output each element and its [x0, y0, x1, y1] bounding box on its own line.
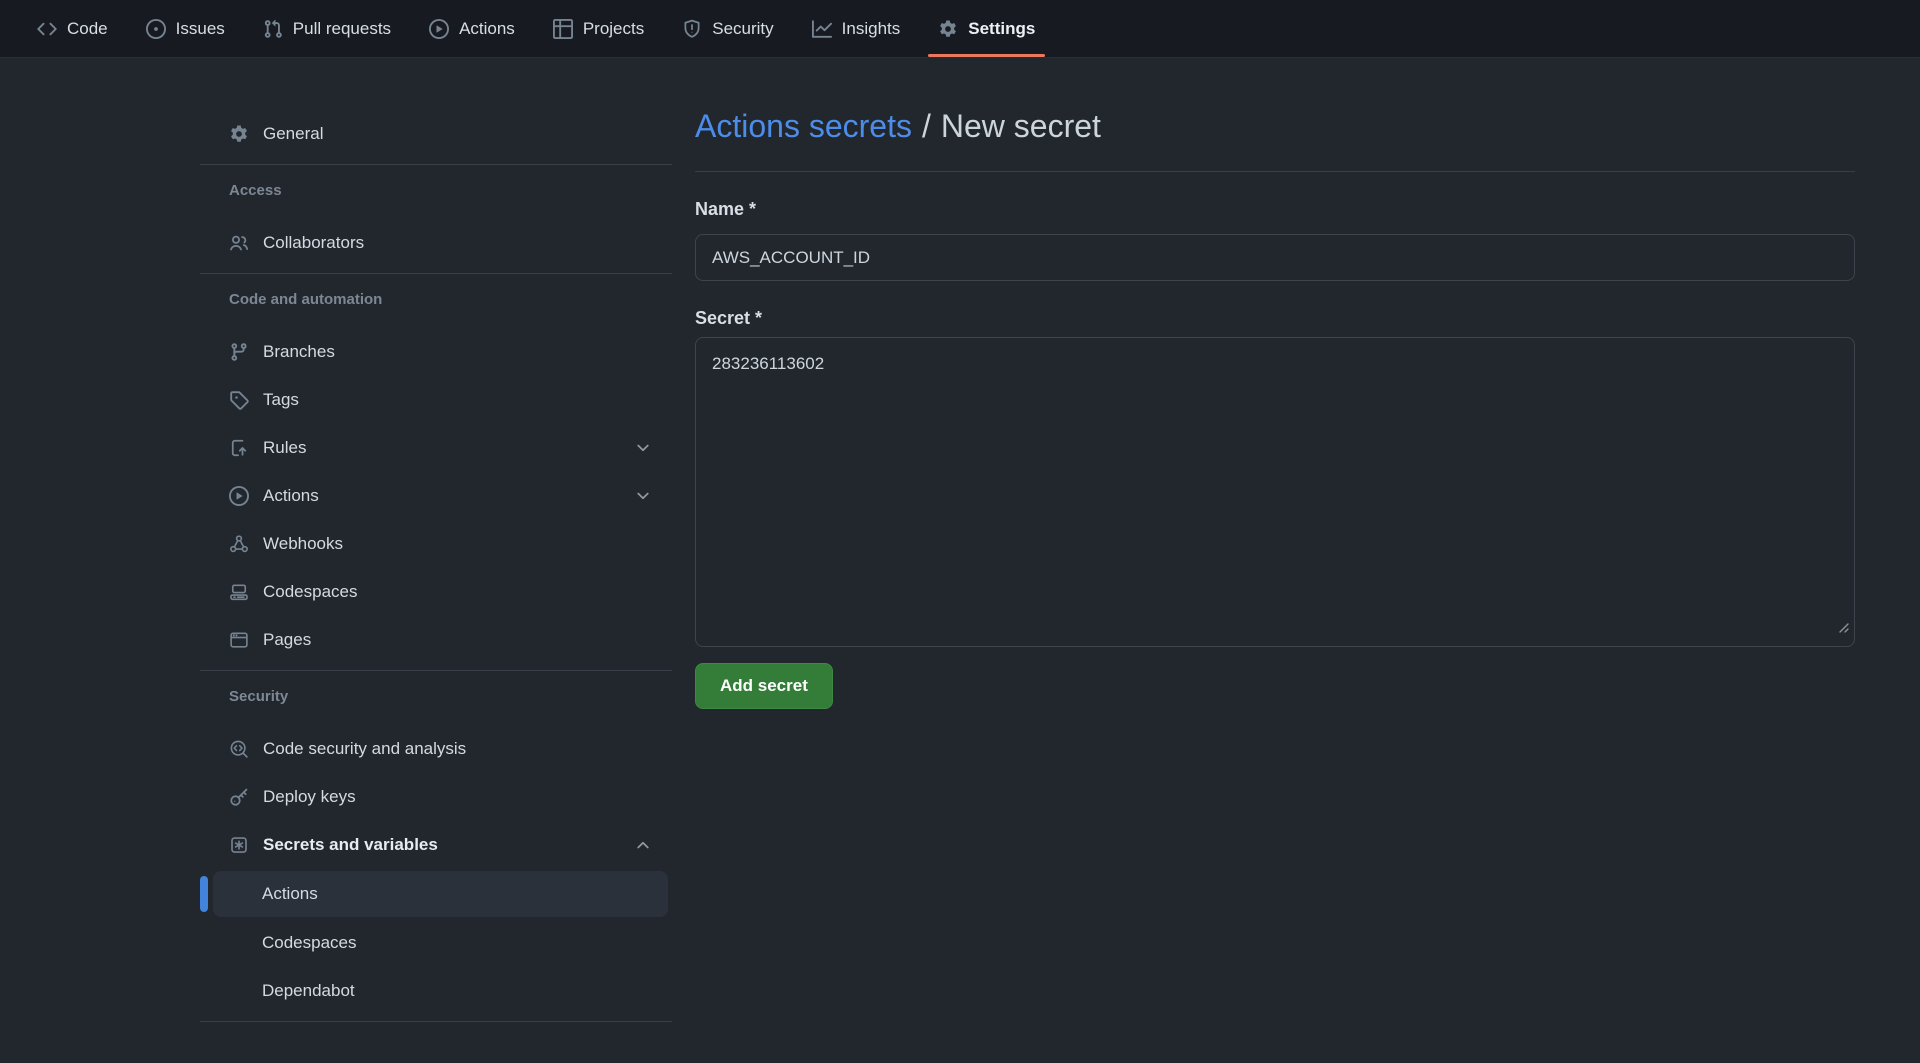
webhook-icon: [229, 534, 249, 554]
git-pull-request-icon: [263, 19, 283, 39]
sidebar-item-collaborators[interactable]: Collaborators: [213, 221, 668, 265]
sidebar-item-label: Secrets and variables: [263, 835, 438, 855]
key-icon: [229, 787, 249, 807]
sidebar-item-label: Actions: [263, 486, 319, 506]
gear-icon: [229, 124, 249, 144]
sidebar-divider: [200, 273, 672, 274]
tab-label: Insights: [842, 19, 901, 39]
sidebar-item-rules[interactable]: Rules: [213, 426, 668, 470]
tab-label: Projects: [583, 19, 644, 39]
table-icon: [553, 19, 573, 39]
tab-label: Security: [712, 19, 773, 39]
tab-security[interactable]: Security: [668, 0, 787, 57]
sidebar-item-general[interactable]: General: [213, 112, 668, 156]
sidebar-item-label: Codespaces: [262, 933, 357, 953]
sidebar-item-label: Collaborators: [263, 233, 364, 253]
sidebar-item-label: Rules: [263, 438, 306, 458]
sidebar-subitem-codespaces[interactable]: Codespaces: [213, 921, 668, 965]
sidebar-item-branches[interactable]: Branches: [213, 330, 668, 374]
textarea-resize-handle[interactable]: [1837, 621, 1851, 640]
play-icon: [229, 486, 249, 506]
tab-label: Actions: [459, 19, 515, 39]
sidebar-section-header-code-and-automation: Code and automation: [213, 290, 672, 310]
shield-icon: [682, 19, 702, 39]
sidebar-divider: [200, 1021, 672, 1022]
breadcrumb-separator: /: [922, 108, 931, 144]
sidebar-item-codespaces[interactable]: Codespaces: [213, 570, 668, 614]
tab-code[interactable]: Code: [23, 0, 122, 57]
tab-label: Code: [67, 19, 108, 39]
name-field-label: Name *: [695, 198, 1855, 220]
sidebar-item-label: Webhooks: [263, 534, 343, 554]
sidebar-divider: [200, 164, 672, 165]
sidebar-item-deploy-keys[interactable]: Deploy keys: [213, 775, 668, 819]
sidebar-item-label: Codespaces: [263, 582, 358, 602]
page-title: Actions secrets / New secret: [695, 105, 1855, 172]
secret-value-wrapper: 283236113602: [695, 337, 1855, 647]
sidebar-item-tags[interactable]: Tags: [213, 378, 668, 422]
play-icon: [429, 19, 449, 39]
sidebar-item-label: General: [263, 124, 323, 144]
sidebar-item-label: Code security and analysis: [263, 739, 466, 759]
sidebar-subitem-dependabot[interactable]: Dependabot: [213, 969, 668, 1013]
sidebar-divider: [200, 670, 672, 671]
sidebar-item-label: Dependabot: [262, 981, 355, 1001]
tab-settings[interactable]: Settings: [924, 0, 1049, 57]
chevron-up-icon: [634, 836, 652, 854]
tab-label: Pull requests: [293, 19, 391, 39]
graph-icon: [812, 19, 832, 39]
tag-icon: [229, 390, 249, 410]
sidebar-item-webhooks[interactable]: Webhooks: [213, 522, 668, 566]
actions-secrets-breadcrumb-link[interactable]: Actions secrets: [695, 108, 912, 144]
sidebar-item-label: Actions: [262, 884, 318, 904]
tab-insights[interactable]: Insights: [798, 0, 915, 57]
secret-value-textarea[interactable]: 283236113602: [695, 337, 1855, 647]
sidebar-item-secrets-and-variables[interactable]: Secrets and variables: [213, 823, 668, 867]
settings-sidebar: General Access Collaborators Code and au…: [200, 112, 672, 1034]
code-icon: [37, 19, 57, 39]
codespaces-icon: [229, 582, 249, 602]
chevron-down-icon: [634, 439, 652, 457]
secret-field-label: Secret *: [695, 307, 1855, 329]
gear-icon: [938, 19, 958, 39]
active-tab-underline: [928, 54, 1045, 57]
tab-pull-requests[interactable]: Pull requests: [249, 0, 405, 57]
sidebar-subitem-actions[interactable]: Actions: [213, 871, 668, 917]
sidebar-item-label: Pages: [263, 630, 311, 650]
sidebar-item-label: Deploy keys: [263, 787, 356, 807]
sidebar-item-actions[interactable]: Actions: [213, 474, 668, 518]
breadcrumb-current: New secret: [941, 108, 1101, 144]
selected-item-indicator: [200, 876, 208, 912]
people-icon: [229, 233, 249, 253]
tab-projects[interactable]: Projects: [539, 0, 658, 57]
tab-issues[interactable]: Issues: [132, 0, 239, 57]
chevron-down-icon: [634, 487, 652, 505]
git-branch-icon: [229, 342, 249, 362]
sidebar-item-label: Branches: [263, 342, 335, 362]
tab-label: Issues: [176, 19, 225, 39]
tab-actions[interactable]: Actions: [415, 0, 529, 57]
sidebar-item-code-security-and-analysis[interactable]: Code security and analysis: [213, 727, 668, 771]
code-scan-icon: [229, 739, 249, 759]
sidebar-section-header-security: Security: [213, 687, 672, 707]
issue-opened-icon: [146, 19, 166, 39]
add-secret-button[interactable]: Add secret: [695, 663, 833, 709]
browser-icon: [229, 630, 249, 650]
rules-icon: [229, 438, 249, 458]
sidebar-item-label: Tags: [263, 390, 299, 410]
key-asterisk-icon: [229, 835, 249, 855]
secret-name-input[interactable]: [695, 234, 1855, 281]
sidebar-section-header-access: Access: [213, 181, 672, 201]
sidebar-item-pages[interactable]: Pages: [213, 618, 668, 662]
new-secret-panel: Actions secrets / New secret Name * Secret…: [695, 105, 1855, 709]
repo-tab-bar: Code Issues Pull requests Actions Projec…: [0, 0, 1920, 58]
tab-label: Settings: [968, 19, 1035, 39]
